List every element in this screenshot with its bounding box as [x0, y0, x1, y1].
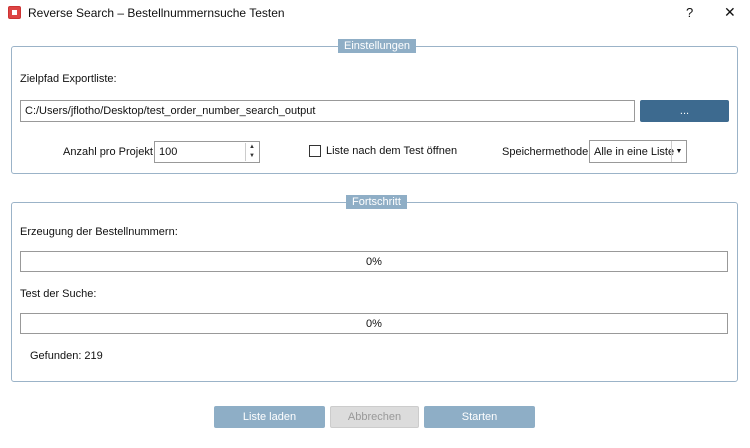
settings-legend: Einstellungen: [338, 39, 417, 53]
app-icon: [8, 6, 21, 19]
close-button[interactable]: ✕: [724, 4, 736, 21]
help-button[interactable]: ?: [686, 5, 693, 20]
start-button[interactable]: Starten: [424, 406, 535, 428]
progress-legend: Fortschritt: [346, 195, 407, 209]
decrement-icon[interactable]: ▼: [246, 152, 258, 161]
found-count: Gefunden: 219: [30, 350, 103, 362]
path-label: Zielpfad Exportliste:: [20, 73, 117, 85]
browse-button[interactable]: ...: [640, 100, 729, 122]
method-select[interactable]: Alle in eine Liste ▼: [589, 140, 687, 163]
open-list-checkbox[interactable]: [309, 145, 321, 157]
generation-label: Erzeugung der Bestellnummern:: [20, 226, 178, 238]
window-title: Reverse Search – Bestellnummernsuche Tes…: [28, 6, 285, 20]
method-label: Speichermethode: [502, 146, 589, 158]
path-input[interactable]: C:/Users/jflotho/Desktop/test_order_numb…: [20, 100, 635, 122]
open-list-label: Liste nach dem Test öffnen: [326, 145, 458, 157]
search-progress-bar: 0%: [20, 313, 728, 334]
load-list-button[interactable]: Liste laden: [214, 406, 325, 428]
count-label: Anzahl pro Projekt: [63, 146, 153, 158]
method-value: Alle in eine Liste: [594, 145, 675, 158]
generation-progress-bar: 0%: [20, 251, 728, 272]
search-label: Test der Suche:: [20, 288, 97, 300]
cancel-button[interactable]: Abbrechen: [330, 406, 419, 428]
count-value: 100: [159, 146, 178, 158]
count-stepper[interactable]: 100 ▲ ▼: [154, 141, 260, 163]
increment-icon[interactable]: ▲: [246, 143, 258, 152]
chevron-down-icon: ▼: [671, 141, 686, 162]
